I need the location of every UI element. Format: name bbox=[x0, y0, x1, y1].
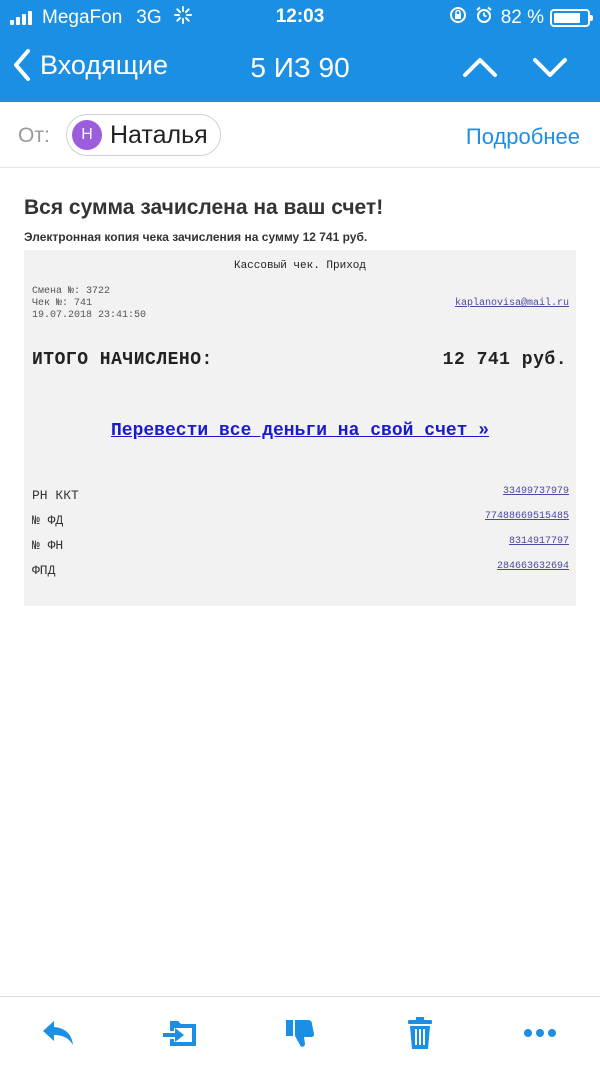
message-subject: Вся сумма зачислена на ваш счет! bbox=[24, 196, 384, 219]
message-counter: 5 ИЗ 90 bbox=[250, 52, 350, 83]
move-button[interactable] bbox=[162, 1015, 198, 1051]
more-button[interactable] bbox=[522, 1015, 558, 1051]
avatar: Н bbox=[72, 120, 102, 150]
reply-button[interactable] bbox=[40, 1015, 76, 1051]
receipt-title: Кассовый чек. Приход bbox=[233, 260, 367, 272]
message-header: Вся сумма зачислена на ваш счет! Электро… bbox=[24, 196, 576, 244]
sender-chip[interactable]: Н Наталья bbox=[66, 114, 221, 156]
receipt-row: РН ККТ 33499737979 bbox=[32, 486, 569, 506]
chevron-left-icon bbox=[14, 49, 30, 81]
status-bar: MegaFon 3G 12:03 82 % bbox=[0, 0, 600, 36]
previous-message-button[interactable] bbox=[462, 50, 498, 89]
receipt-email-link[interactable]: kaplanovisa@mail.ru bbox=[455, 298, 569, 309]
receipt-datetime: 19.07.2018 23:41:50 bbox=[32, 310, 147, 321]
receipt-row-label: ФПД bbox=[32, 563, 56, 578]
status-right: 82 % bbox=[449, 6, 593, 30]
receipt: Кассовый чек. Приход Смена №: 3722 Чек №… bbox=[24, 250, 576, 606]
thumbs-down-icon bbox=[286, 1020, 314, 1047]
from-row: От: Н Наталья Подробнее bbox=[0, 102, 600, 168]
sender-name: Наталья bbox=[110, 120, 208, 149]
receipt-row-value[interactable]: 284663632694 bbox=[497, 561, 569, 572]
spam-button[interactable] bbox=[282, 1015, 318, 1051]
receipt-shift: Смена №: 3722 bbox=[32, 286, 111, 297]
back-button[interactable]: Входящие bbox=[12, 48, 168, 82]
chevron-up-icon bbox=[463, 58, 497, 77]
receipt-row: № ФД 77488669515485 bbox=[32, 511, 569, 531]
total-label: ИТОГО НАЧИСЛЕНО: bbox=[32, 350, 213, 370]
alarm-icon bbox=[475, 6, 493, 30]
back-label: Входящие bbox=[40, 49, 169, 80]
from-label: От: bbox=[18, 124, 50, 147]
receipt-row-value[interactable]: 33499737979 bbox=[503, 486, 569, 497]
details-link[interactable]: Подробнее bbox=[466, 124, 580, 150]
more-icon bbox=[524, 1029, 556, 1037]
battery-icon bbox=[550, 9, 593, 27]
receipt-row-label: РН ККТ bbox=[32, 488, 79, 503]
move-to-folder-icon bbox=[163, 1021, 196, 1046]
receipt-row: ФПД 284663632694 bbox=[32, 561, 569, 581]
next-message-button[interactable] bbox=[532, 50, 568, 89]
nav-bar: Входящие 5 ИЗ 90 bbox=[0, 40, 600, 96]
receipt-meta: Смена №: 3722 Чек №: 741 19.07.2018 23:4… bbox=[32, 286, 146, 322]
reply-icon bbox=[43, 1021, 73, 1045]
receipt-row-label: № ФД bbox=[32, 513, 64, 528]
chevron-down-icon bbox=[533, 58, 567, 77]
message-preheader: Электронная копия чека зачисления на сум… bbox=[24, 230, 368, 244]
receipt-row: № ФН 8314917797 bbox=[32, 536, 569, 556]
battery-percent: 82 % bbox=[500, 7, 544, 28]
total-value: 12 741 руб. bbox=[442, 350, 567, 370]
rotation-lock-icon bbox=[449, 6, 467, 30]
receipt-row-value[interactable]: 8314917797 bbox=[509, 536, 569, 547]
receipt-row-label: № ФН bbox=[32, 538, 64, 553]
receipt-row-value[interactable]: 77488669515485 bbox=[485, 511, 569, 522]
top-bar: MegaFon 3G 12:03 82 % Входящие 5 ИЗ 90 bbox=[0, 0, 600, 102]
trash-icon bbox=[408, 1017, 432, 1049]
bottom-toolbar bbox=[0, 996, 600, 1066]
receipt-check-number: Чек №: 741 bbox=[32, 298, 93, 309]
delete-button[interactable] bbox=[402, 1015, 438, 1051]
battery-fill bbox=[554, 13, 581, 23]
transfer-money-link[interactable]: Перевести все деньги на свой счет » bbox=[24, 421, 576, 441]
